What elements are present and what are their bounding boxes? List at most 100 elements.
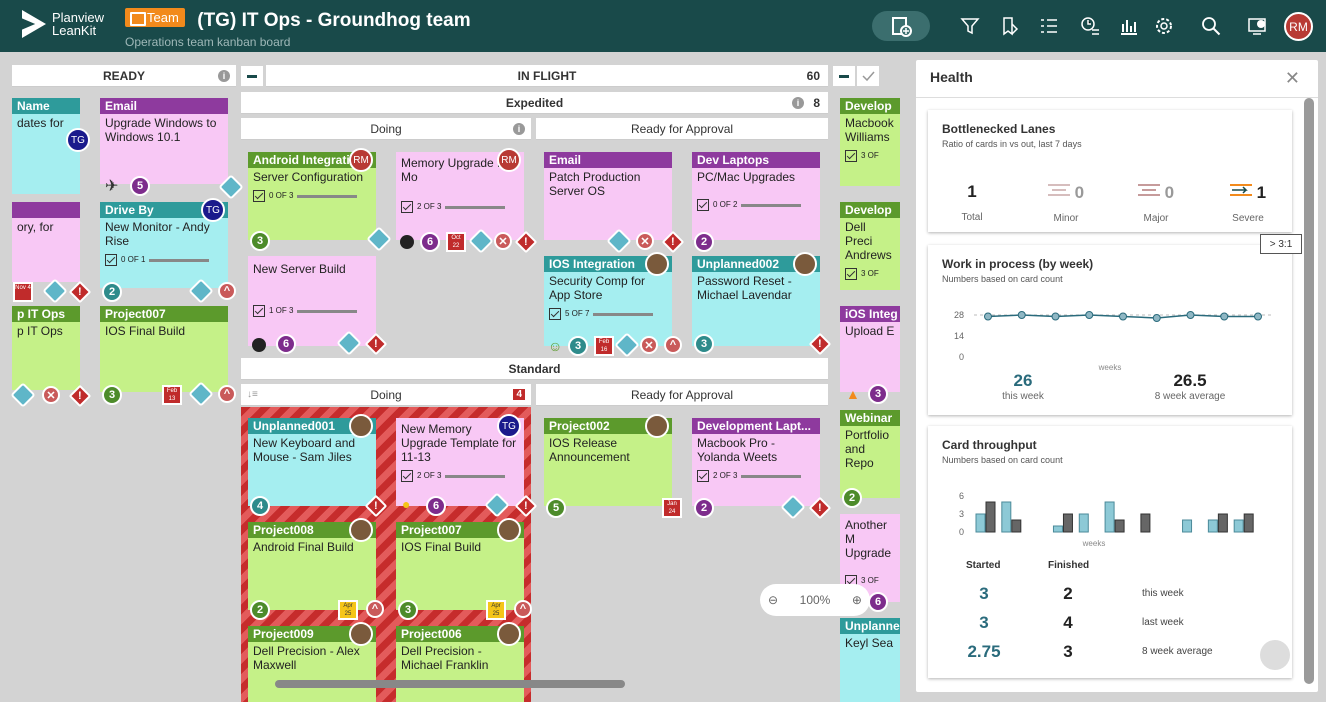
card-size[interactable]: 3 [868, 384, 888, 404]
metric-minor[interactable]: 0 Minor [1036, 182, 1096, 224]
settings-button[interactable] [1151, 13, 1177, 39]
task-progress[interactable]: 2 OF 3 [697, 469, 815, 483]
chevron-up-icon[interactable]: ^ [664, 336, 682, 354]
card-size[interactable]: 3 [694, 334, 714, 354]
filter-button[interactable] [957, 13, 983, 39]
lane-expedited-approval[interactable]: Ready for Approval [536, 118, 828, 140]
card-size[interactable]: 2 [694, 498, 714, 518]
blocked-stop-icon[interactable]: ✕ [636, 232, 654, 250]
collapse-inflight-button[interactable] [241, 66, 263, 86]
task-progress[interactable]: 0 OF 1 [105, 253, 223, 267]
collapse-done-button[interactable] [833, 66, 855, 86]
tour-play-icon[interactable] [1260, 640, 1290, 670]
card-size[interactable]: 2 [694, 232, 714, 252]
list-view-button[interactable] [1036, 13, 1062, 39]
card[interactable]: Unplanne Keyl Sea [840, 618, 900, 702]
card-size[interactable]: 2 [250, 600, 270, 620]
planview-logo[interactable]: Planview LeanKit [22, 10, 104, 38]
task-progress[interactable]: 5 OF 7 [549, 307, 667, 321]
bookmark-button[interactable] [997, 13, 1023, 39]
metric-major[interactable]: 0 Major [1126, 182, 1186, 224]
avatar[interactable]: TG [201, 198, 225, 222]
lane-expedited[interactable]: Expedited i 8 [241, 92, 828, 114]
avatar[interactable] [349, 622, 373, 646]
avatar[interactable] [793, 252, 817, 276]
card[interactable]: Email Upgrade Windows to Windows 10.1 [100, 98, 228, 184]
card-size[interactable]: 6 [426, 496, 446, 516]
card[interactable]: Project009 Dell Precision - Alex Maxwell [248, 622, 376, 702]
card-size[interactable]: 6 [868, 592, 888, 612]
card[interactable]: Email Patch Production Server OS [544, 152, 672, 240]
blocked-stop-icon[interactable]: ✕ [640, 336, 658, 354]
metric-severe[interactable]: 1 Severe [1218, 182, 1278, 224]
card-size[interactable]: 3 [398, 600, 418, 620]
info-icon[interactable]: i [513, 122, 525, 135]
blocked-icon[interactable]: ! [68, 280, 92, 304]
card[interactable]: IOS Integration Security Comp for App St… [544, 252, 672, 346]
card-size[interactable]: 5 [130, 176, 150, 196]
chevron-up-icon[interactable]: ^ [218, 385, 236, 403]
lane-standard-approval[interactable]: Ready for Approval [536, 384, 828, 406]
card[interactable]: Webinar Portfolio and Repo [840, 410, 900, 498]
card[interactable]: ory, for [12, 202, 80, 282]
card-size[interactable]: 2 [102, 282, 122, 302]
team-badge[interactable]: Team [125, 8, 185, 27]
sort-icon[interactable]: ↓≡ [247, 389, 258, 400]
card[interactable]: Project002 IOS Release Announcement [544, 414, 672, 506]
task-progress[interactable]: 0 OF 3 [253, 189, 371, 203]
card-size[interactable]: 4 [250, 496, 270, 516]
chevron-up-icon[interactable]: ^ [366, 600, 384, 618]
card[interactable]: New Server Build 1 OF 3 [248, 256, 376, 346]
avatar[interactable] [645, 252, 669, 276]
card[interactable]: Development Lapt... Macbook Pro - Yoland… [692, 418, 820, 506]
card-size[interactable]: 6 [420, 232, 440, 252]
blocked-stop-icon[interactable]: ✕ [42, 386, 60, 404]
card[interactable]: iOS Integ Upload E [840, 306, 900, 392]
card[interactable]: Project008 Android Final Build [248, 518, 376, 610]
avatar[interactable]: RM [497, 148, 521, 172]
notifications-button[interactable] [1245, 13, 1271, 39]
chevron-up-icon[interactable]: ^ [514, 600, 532, 618]
card[interactable]: Name dates for TG [12, 98, 90, 194]
vertical-scrollbar[interactable] [1304, 98, 1314, 684]
lane-ready[interactable]: READY i [12, 65, 236, 87]
card-size[interactable]: 3 [250, 231, 270, 251]
metric-total[interactable]: 1 Total [952, 182, 992, 223]
blocked-stop-icon[interactable]: ✕ [494, 232, 512, 250]
task-progress[interactable]: 3 OF [845, 267, 895, 281]
task-progress[interactable]: 1 OF 3 [253, 304, 371, 318]
lane-expedited-doing[interactable]: Doing i [241, 118, 531, 140]
card-size[interactable]: 3 [102, 385, 122, 405]
avatar[interactable] [497, 518, 521, 542]
info-icon[interactable]: i [792, 96, 804, 109]
task-progress[interactable]: 3 OF [845, 149, 895, 163]
card[interactable]: Drive By New Monitor - Andy Rise 0 OF 1 … [100, 198, 228, 288]
card[interactable]: Project007 IOS Final Build [100, 306, 228, 392]
card[interactable]: Memory Upgrade for Mo 2 OF 3 RM [396, 148, 524, 240]
card[interactable]: Develop Macbook Williams 3 OF [840, 98, 900, 186]
card-size[interactable]: 5 [546, 498, 566, 518]
new-card-button[interactable] [872, 11, 930, 41]
card-size[interactable]: 3 [568, 336, 588, 356]
analytics-button[interactable] [1116, 13, 1142, 39]
task-progress[interactable]: 0 OF 2 [697, 198, 815, 212]
lane-standard-doing[interactable]: Doing ↓≡ 4 [241, 384, 531, 406]
info-icon[interactable]: i [218, 69, 230, 82]
card[interactable]: Project007 IOS Final Build [396, 518, 524, 610]
card[interactable]: Unplanned001 New Keyboard and Mouse - Sa… [248, 414, 376, 506]
avatar[interactable] [645, 414, 669, 438]
task-progress[interactable]: 2 OF 3 [401, 469, 519, 483]
lane-inflight[interactable]: IN FLIGHT 60 [266, 65, 828, 87]
card[interactable]: Android Integration Server Configuration… [248, 148, 376, 240]
chevron-up-icon[interactable]: ^ [218, 282, 236, 300]
close-icon[interactable]: ✕ [1285, 68, 1300, 89]
zoom-out-icon[interactable]: ⊖ [768, 593, 778, 607]
avatar[interactable] [497, 622, 521, 646]
search-button[interactable] [1198, 13, 1224, 39]
user-avatar[interactable]: RM [1284, 12, 1313, 41]
card[interactable]: Unplanned002 Password Reset - Michael La… [692, 252, 820, 346]
zoom-in-icon[interactable]: ⊕ [852, 593, 862, 607]
avatar[interactable]: TG [66, 128, 90, 152]
avatar[interactable]: TG [497, 414, 521, 438]
card[interactable]: New Memory Upgrade Template for 11-13 2 … [396, 414, 524, 506]
